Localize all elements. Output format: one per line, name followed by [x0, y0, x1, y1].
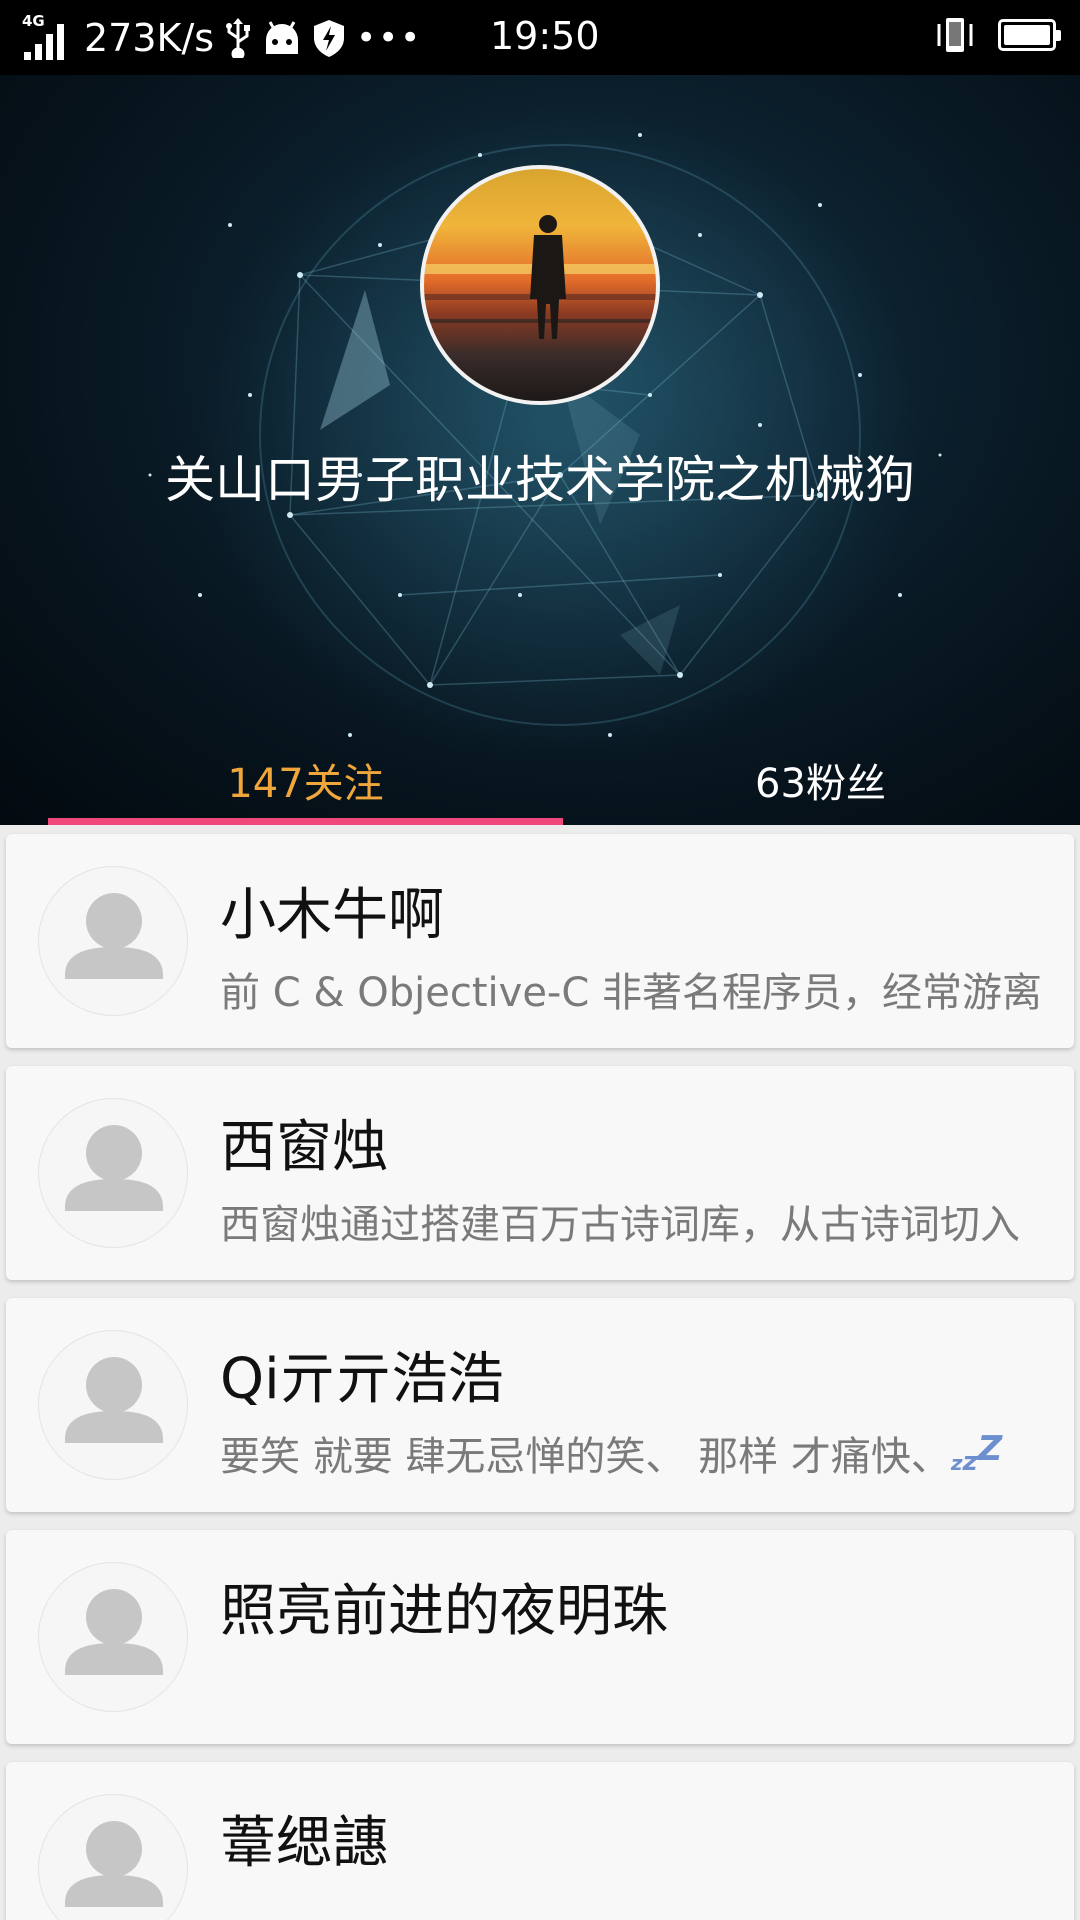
network-type-label: 4G — [22, 11, 45, 30]
person-placeholder-icon — [65, 893, 163, 979]
user-bio: 要笑 就要 肆无忌惮的笑、 那样 才痛快、zzZ — [220, 1424, 1070, 1482]
person-placeholder-icon — [65, 1357, 163, 1443]
status-bar: 4G 273K/s ••• 19:50 — [0, 0, 1080, 75]
shield-icon — [314, 19, 345, 57]
user-name: 西窗烛 — [220, 1115, 388, 1180]
tab-following[interactable]: 147关注 — [48, 745, 563, 815]
avatar — [38, 1794, 188, 1920]
user-bio: 前 C & Objective-C 非著名程序员，经常游离 — [220, 970, 1043, 1016]
avatar — [38, 1562, 188, 1712]
sleep-zzz-icon: zzZ — [950, 1429, 1003, 1477]
more-dots-icon: ••• — [356, 17, 423, 58]
avatar — [38, 1098, 188, 1248]
user-bio-text: 要笑 就要 肆无忌惮的笑、 那样 才痛快、 — [220, 1434, 951, 1480]
android-icon — [266, 20, 299, 54]
user-name: 葦缌譓 — [220, 1811, 388, 1876]
person-placeholder-icon — [65, 1821, 163, 1907]
person-placeholder-icon — [65, 1589, 163, 1675]
tab-active-indicator — [48, 818, 563, 825]
user-name: 小木牛啊 — [220, 883, 444, 948]
avatar — [38, 866, 188, 1016]
tab-fans[interactable]: 63粉丝 — [563, 745, 1078, 815]
vibrate-icon — [937, 18, 973, 52]
user-name: Qi亓亓浩浩 — [220, 1347, 504, 1412]
usb-icon — [226, 17, 251, 58]
list-item[interactable]: Qi亓亓浩浩 要笑 就要 肆无忌惮的笑、 那样 才痛快、zzZ — [6, 1298, 1074, 1512]
battery-icon — [998, 19, 1061, 51]
profile-username: 关山口男子职业技术学院之机械狗 — [165, 451, 915, 509]
sunset-silhouette-image — [424, 215, 656, 339]
list-item[interactable]: 葦缌譓 — [6, 1762, 1074, 1920]
avatar — [38, 1330, 188, 1480]
following-list[interactable]: 小木牛啊 前 C & Objective-C 非著名程序员，经常游离 西窗烛 西… — [0, 825, 1080, 1920]
signal-icon: 4G — [22, 12, 74, 60]
profile-header: 关山口男子职业技术学院之机械狗 147关注 63粉丝 — [0, 75, 1080, 825]
profile-avatar[interactable] — [420, 165, 660, 405]
list-item[interactable]: 小木牛啊 前 C & Objective-C 非著名程序员，经常游离 — [6, 834, 1074, 1048]
list-item[interactable]: 西窗烛 西窗烛通过搭建百万古诗词库，从古诗词切入 — [6, 1066, 1074, 1280]
user-name: 照亮前进的夜明珠 — [220, 1579, 668, 1644]
person-placeholder-icon — [65, 1125, 163, 1211]
user-bio: 西窗烛通过搭建百万古诗词库，从古诗词切入 — [220, 1202, 1020, 1248]
status-time: 19:50 — [490, 14, 600, 58]
list-item[interactable]: 照亮前进的夜明珠 — [6, 1530, 1074, 1744]
network-speed: 273K/s — [84, 15, 215, 60]
